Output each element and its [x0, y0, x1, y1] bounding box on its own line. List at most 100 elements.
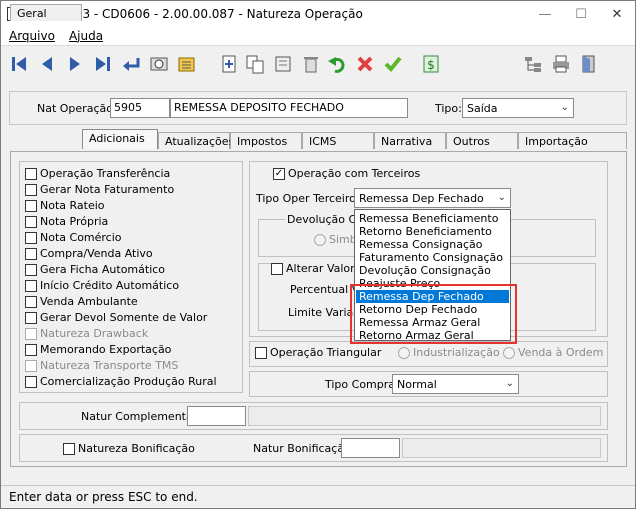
previous-record-icon[interactable]	[35, 52, 59, 76]
print-icon[interactable]	[549, 52, 573, 76]
radio-icon	[314, 233, 326, 246]
flag-checkbox[interactable]: Nota Própria	[25, 215, 108, 228]
flag-checkbox[interactable]: Gerar Nota Faturamento	[25, 183, 174, 196]
delete-icon[interactable]	[299, 52, 323, 76]
tab-geral[interactable]: Geral	[10, 4, 82, 21]
tipo-value: Saída	[467, 102, 498, 115]
natur-complementar-label: Natur Complementar:	[81, 410, 201, 423]
flag-checkbox: Natureza Drawback	[25, 327, 148, 340]
operacao-triangular-checkbox[interactable]: Operação Triangular	[255, 346, 381, 359]
flag-checkbox[interactable]: Compra/Venda Ativo	[25, 247, 153, 260]
checkbox-box	[25, 295, 37, 308]
venda-ordem-label: Venda à Ordem	[518, 346, 604, 359]
industrializacao-radio[interactable]: Industrialização	[398, 346, 500, 359]
tab-impostos[interactable]: Impostos	[230, 132, 302, 149]
operacao-terceiros-checkbox[interactable]: ✓ Operação com Terceiros	[273, 167, 420, 180]
flag-label: Gera Ficha Automático	[40, 263, 166, 276]
search-icon[interactable]	[147, 52, 171, 76]
tipo-oper-terceiros-label: Tipo Oper Terceiros:	[256, 192, 366, 205]
flag-checkbox[interactable]: Nota Comércio	[25, 231, 122, 244]
chevron-down-icon: ⌄	[505, 378, 514, 389]
exit-icon[interactable]	[577, 52, 601, 76]
flag-label: Comercialização Produção Rural	[40, 375, 217, 388]
flag-checkbox[interactable]: Gerar Devol Somente de Valor	[25, 311, 207, 324]
checkbox-box	[25, 215, 37, 228]
alterar-valor-checkbox[interactable]: Alterar Valor I	[271, 262, 364, 275]
hierarchy-icon[interactable]	[521, 52, 545, 76]
menu-ajuda[interactable]: Ajuda	[69, 29, 103, 43]
natur-bonificacao-description	[402, 438, 601, 458]
list-icon[interactable]	[175, 52, 199, 76]
checkbox-box	[255, 346, 267, 359]
checkbox-box	[25, 263, 37, 276]
radio-icon	[398, 346, 410, 359]
edit-record-icon[interactable]	[271, 52, 295, 76]
checkbox-box	[63, 442, 75, 455]
close-button[interactable]: ✕	[599, 1, 635, 27]
operacao-triangular-label: Operação Triangular	[270, 346, 382, 359]
flag-checkbox[interactable]: Nota Rateio	[25, 199, 105, 212]
flag-label: Natureza Transporte TMS	[40, 359, 179, 372]
checkbox-box	[25, 167, 37, 180]
dropdown-option[interactable]: Remessa Beneficiamento	[356, 212, 509, 225]
checkbox-box	[25, 231, 37, 244]
tab-icms[interactable]: ICMS	[302, 132, 374, 149]
nat-description-field[interactable]: REMESSA DEPOSITO FECHADO	[170, 98, 408, 118]
minimize-button[interactable]: —	[527, 1, 563, 27]
tipo-oper-terceiros-value: Remessa Dep Fechado	[359, 192, 484, 205]
dropdown-option[interactable]: Remessa Consignação	[356, 238, 509, 251]
undo-icon[interactable]	[325, 52, 349, 76]
status-bar: Enter data or press ESC to end.	[1, 485, 635, 508]
menu-bar: Arquivo Ajuda	[1, 27, 635, 45]
flag-checkbox[interactable]: Operação Transferência	[25, 167, 170, 180]
next-record-icon[interactable]	[63, 52, 87, 76]
goto-record-icon[interactable]	[119, 52, 143, 76]
tab-importacao[interactable]: Importação	[518, 132, 627, 149]
copy-record-icon[interactable]	[243, 52, 267, 76]
natur-bonificacao-label: Natur Bonificação:	[253, 442, 355, 455]
maximize-button[interactable]: ☐	[563, 1, 599, 27]
cancel-icon[interactable]	[353, 52, 377, 76]
flag-checkbox[interactable]: Comercialização Produção Rural	[25, 375, 217, 388]
flag-checkbox[interactable]: Início Crédito Automático	[25, 279, 179, 292]
tab-narrativa[interactable]: Narrativa	[374, 132, 446, 149]
operacao-terceiros-label: Operação com Terceiros	[288, 167, 421, 180]
alterar-valor-label: Alterar Valor I	[286, 262, 362, 275]
toolbar: $	[1, 45, 635, 83]
tab-adicionais[interactable]: Adicionais	[82, 129, 158, 149]
dropdown-option[interactable]: Retorno Beneficiamento	[356, 225, 509, 238]
venda-ordem-radio[interactable]: Venda à Ordem	[503, 346, 603, 359]
dropdown-option[interactable]: Devolução Consignação	[356, 264, 509, 277]
chevron-down-icon: ⌄	[497, 192, 506, 203]
natureza-bonificacao-label: Natureza Bonificação	[78, 442, 195, 455]
checkbox-box	[271, 262, 283, 275]
dropdown-option[interactable]: Faturamento Consignação	[356, 251, 509, 264]
natureza-bonificacao-checkbox[interactable]: Natureza Bonificação	[63, 442, 195, 455]
flag-label: Nota Própria	[40, 215, 109, 228]
dollar-icon[interactable]: $	[419, 52, 443, 76]
check-icon: ✓	[273, 167, 285, 180]
add-record-icon[interactable]	[217, 52, 241, 76]
tipo-compra-select[interactable]: Normal ⌄	[392, 374, 519, 394]
flag-checkbox[interactable]: Memorando Exportação	[25, 343, 171, 356]
natur-complementar-field[interactable]	[187, 406, 246, 426]
flag-label: Operação Transferência	[40, 167, 171, 180]
tipo-oper-terceiros-select[interactable]: Remessa Dep Fechado ⌄	[354, 188, 511, 208]
flag-label: Gerar Devol Somente de Valor	[40, 311, 208, 324]
main-window: 06.9.5503 - CD0606 - 2.00.00.087 - Natur…	[0, 0, 636, 509]
flag-checkbox[interactable]: Venda Ambulante	[25, 295, 138, 308]
confirm-icon[interactable]	[381, 52, 405, 76]
flag-checkbox: Natureza Transporte TMS	[25, 359, 178, 372]
menu-arquivo[interactable]: Arquivo	[9, 29, 55, 43]
tipo-select[interactable]: Saída ⌄	[462, 98, 574, 118]
tab-outros[interactable]: Outros	[446, 132, 518, 149]
checkbox-box	[25, 375, 37, 388]
nat-code-field[interactable]: 5905	[110, 98, 170, 118]
tipo-label: Tipo:	[435, 102, 462, 115]
tab-atualizacoes[interactable]: Atualizações	[158, 132, 234, 149]
first-record-icon[interactable]	[7, 52, 31, 76]
last-record-icon[interactable]	[91, 52, 115, 76]
flag-checkbox[interactable]: Gera Ficha Automático	[25, 263, 165, 276]
natur-bonificacao-field[interactable]	[341, 438, 400, 458]
flag-label: Natureza Drawback	[40, 327, 149, 340]
